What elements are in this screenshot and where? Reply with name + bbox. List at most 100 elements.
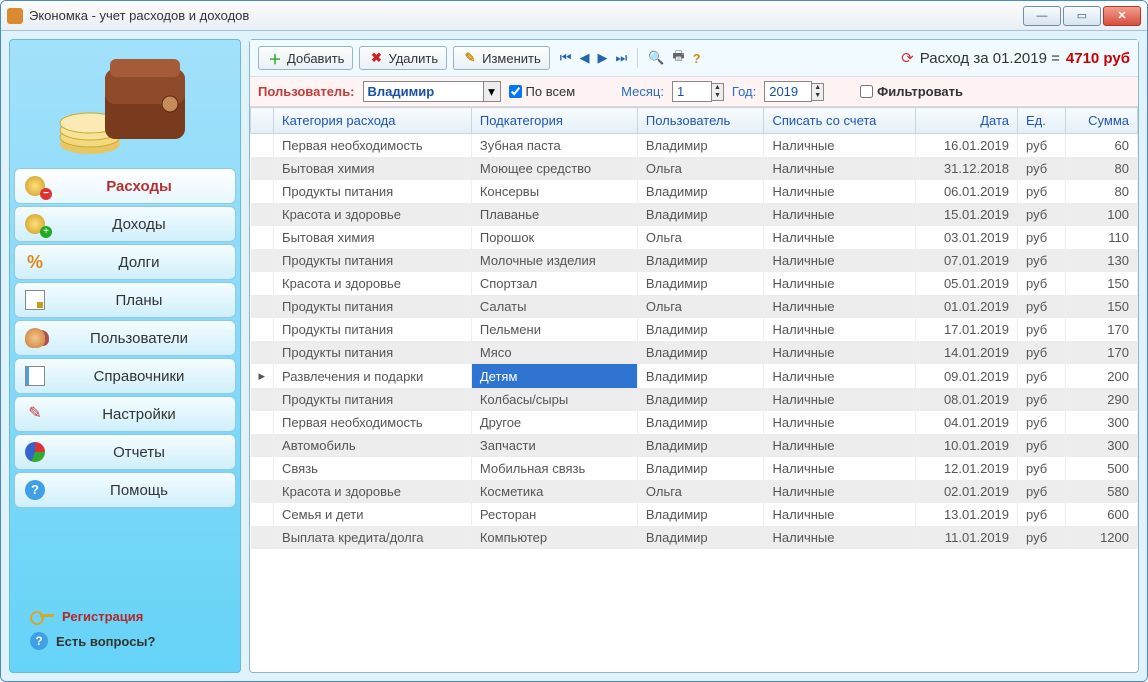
delete-button[interactable]: ✖Удалить	[359, 46, 447, 70]
cell-sum: 600	[1065, 503, 1137, 526]
edit-button[interactable]: ✎Изменить	[453, 46, 550, 70]
table-row[interactable]: Продукты питанияМясоВладимирНаличные14.0…	[251, 341, 1138, 364]
row-marker	[251, 480, 274, 503]
table-row[interactable]: Красота и здоровьеКосметикаОльгаНаличные…	[251, 480, 1138, 503]
user-input[interactable]	[363, 81, 483, 102]
minimize-button[interactable]: —	[1023, 6, 1061, 26]
sidebar-item-0[interactable]: Расходы	[14, 168, 236, 204]
cell-sum: 80	[1065, 180, 1137, 203]
cell-unit: руб	[1018, 388, 1066, 411]
column-header[interactable]: Пользователь	[637, 108, 764, 134]
column-header[interactable]: Списать со счета	[764, 108, 915, 134]
tools-icon: ✎	[25, 404, 45, 424]
close-button[interactable]: ✕	[1103, 6, 1141, 26]
cell-cat: Бытовая химия	[274, 226, 472, 249]
print-icon[interactable]: 🖶	[672, 47, 684, 69]
filter-bar: Пользователь: ▾ По всем Месяц: ▲▼ Год:	[250, 77, 1138, 107]
month-down-icon[interactable]: ▼	[712, 92, 723, 100]
help-icon[interactable]: ?	[693, 51, 701, 66]
table-row[interactable]: Первая необходимостьДругоеВладимирНаличн…	[251, 411, 1138, 434]
percent-icon: %	[25, 252, 45, 272]
sidebar-item-label: Долги	[53, 254, 225, 271]
row-marker	[251, 180, 274, 203]
table-row[interactable]: Бытовая химияПорошокОльгаНаличные03.01.2…	[251, 226, 1138, 249]
cell-sum: 300	[1065, 411, 1137, 434]
table-wrap[interactable]: Категория расходаПодкатегорияПользовател…	[250, 107, 1138, 672]
year-down-icon[interactable]: ▼	[812, 92, 823, 100]
column-header[interactable]: Сумма	[1065, 108, 1137, 134]
sidebar-item-8[interactable]: ?Помощь	[14, 472, 236, 508]
user-dropdown-button[interactable]: ▾	[483, 81, 501, 102]
table-row[interactable]: Красота и здоровьеСпортзалВладимирНаличн…	[251, 272, 1138, 295]
sidebar-bottom: Регистрация ? Есть вопросы?	[14, 590, 236, 668]
year-input[interactable]	[764, 81, 812, 102]
table-row[interactable]: Продукты питанияПельмениВладимирНаличные…	[251, 318, 1138, 341]
filter-input[interactable]	[860, 85, 873, 98]
month-up-icon[interactable]: ▲	[712, 84, 723, 92]
table-row[interactable]: АвтомобильЗапчастиВладимирНаличные10.01.…	[251, 434, 1138, 457]
table-row[interactable]: Выплата кредита/долгаКомпьютерВладимирНа…	[251, 526, 1138, 549]
table-row[interactable]: Первая необходимостьЗубная пастаВладимир…	[251, 134, 1138, 158]
all-users-input[interactable]	[509, 85, 522, 98]
prev-record-icon[interactable]: ◀	[579, 50, 589, 66]
sidebar-item-label: Пользователи	[53, 330, 225, 347]
cell-user: Владимир	[637, 434, 764, 457]
nav: РасходыДоходы% Долги Планы Пользователи Спра…	[14, 168, 236, 508]
cell-cat: Первая необходимость	[274, 134, 472, 158]
cell-sum: 100	[1065, 203, 1137, 226]
last-record-icon[interactable]: ⏭	[615, 50, 627, 66]
sidebar-item-1[interactable]: Доходы	[14, 206, 236, 242]
cell-cat: Связь	[274, 457, 472, 480]
cell-unit: руб	[1018, 134, 1066, 158]
sidebar-item-5[interactable]: Справочники	[14, 358, 236, 394]
registration-link[interactable]: Регистрация	[30, 608, 220, 624]
cell-sub: Ресторан	[471, 503, 637, 526]
column-header[interactable]: Подкатегория	[471, 108, 637, 134]
cell-sum: 110	[1065, 226, 1137, 249]
column-header[interactable]: Ед.	[1018, 108, 1066, 134]
table-row[interactable]: Семья и детиРесторанВладимирНаличные13.0…	[251, 503, 1138, 526]
cell-sub: Спортзал	[471, 272, 637, 295]
cell-sub: Мясо	[471, 341, 637, 364]
table-row[interactable]: Продукты питанияКонсервыВладимирНаличные…	[251, 180, 1138, 203]
column-header[interactable]: Дата	[915, 108, 1018, 134]
table-row[interactable]: Продукты питанияКолбасы/сырыВладимирНали…	[251, 388, 1138, 411]
cell-acc: Наличные	[764, 180, 915, 203]
all-users-checkbox[interactable]: По всем	[509, 84, 576, 99]
cell-cat: Выплата кредита/долга	[274, 526, 472, 549]
sidebar-item-4[interactable]: Пользователи	[14, 320, 236, 356]
filter-checkbox[interactable]: Фильтровать	[860, 84, 963, 99]
table-row[interactable]: СвязьМобильная связьВладимирНаличные12.0…	[251, 457, 1138, 480]
cell-cat: Продукты питания	[274, 180, 472, 203]
user-combo[interactable]: ▾	[363, 81, 501, 102]
month-input[interactable]	[672, 81, 712, 102]
table-row[interactable]: Красота и здоровьеПлаваньеВладимирНаличн…	[251, 203, 1138, 226]
year-spinner[interactable]: ▲▼	[764, 81, 824, 102]
table-row[interactable]: Бытовая химияМоющее средствоОльгаНаличны…	[251, 157, 1138, 180]
cell-sub: Пельмени	[471, 318, 637, 341]
sidebar-item-3[interactable]: Планы	[14, 282, 236, 318]
table-row[interactable]: Продукты питанияМолочные изделияВладимир…	[251, 249, 1138, 272]
next-record-icon[interactable]: ▶	[597, 50, 607, 66]
table-row[interactable]: ▸Развлечения и подаркиДетямВладимирНалич…	[251, 364, 1138, 388]
cell-user: Владимир	[637, 457, 764, 480]
table-row[interactable]: Продукты питанияСалатыОльгаНаличные01.01…	[251, 295, 1138, 318]
sidebar-item-7[interactable]: Отчеты	[14, 434, 236, 470]
first-record-icon[interactable]: ⏮	[560, 50, 572, 66]
refresh-icon[interactable]: ⟳	[901, 49, 914, 67]
sidebar-item-6[interactable]: ✎Настройки	[14, 396, 236, 432]
body: РасходыДоходы% Долги Планы Пользователи Спра…	[1, 31, 1147, 681]
year-up-icon[interactable]: ▲	[812, 84, 823, 92]
cell-sum: 580	[1065, 480, 1137, 503]
column-header[interactable]: Категория расхода	[274, 108, 472, 134]
add-button[interactable]: ＋Добавить	[258, 46, 353, 70]
cell-sum: 500	[1065, 457, 1137, 480]
sidebar-item-2[interactable]: % Долги	[14, 244, 236, 280]
cell-unit: руб	[1018, 341, 1066, 364]
maximize-button[interactable]: ▭	[1063, 6, 1101, 26]
month-spinner[interactable]: ▲▼	[672, 81, 724, 102]
cell-date: 13.01.2019	[915, 503, 1018, 526]
questions-link[interactable]: ? Есть вопросы?	[30, 632, 220, 650]
search-icon[interactable]: 🔍	[648, 50, 664, 66]
key-icon	[30, 608, 54, 624]
